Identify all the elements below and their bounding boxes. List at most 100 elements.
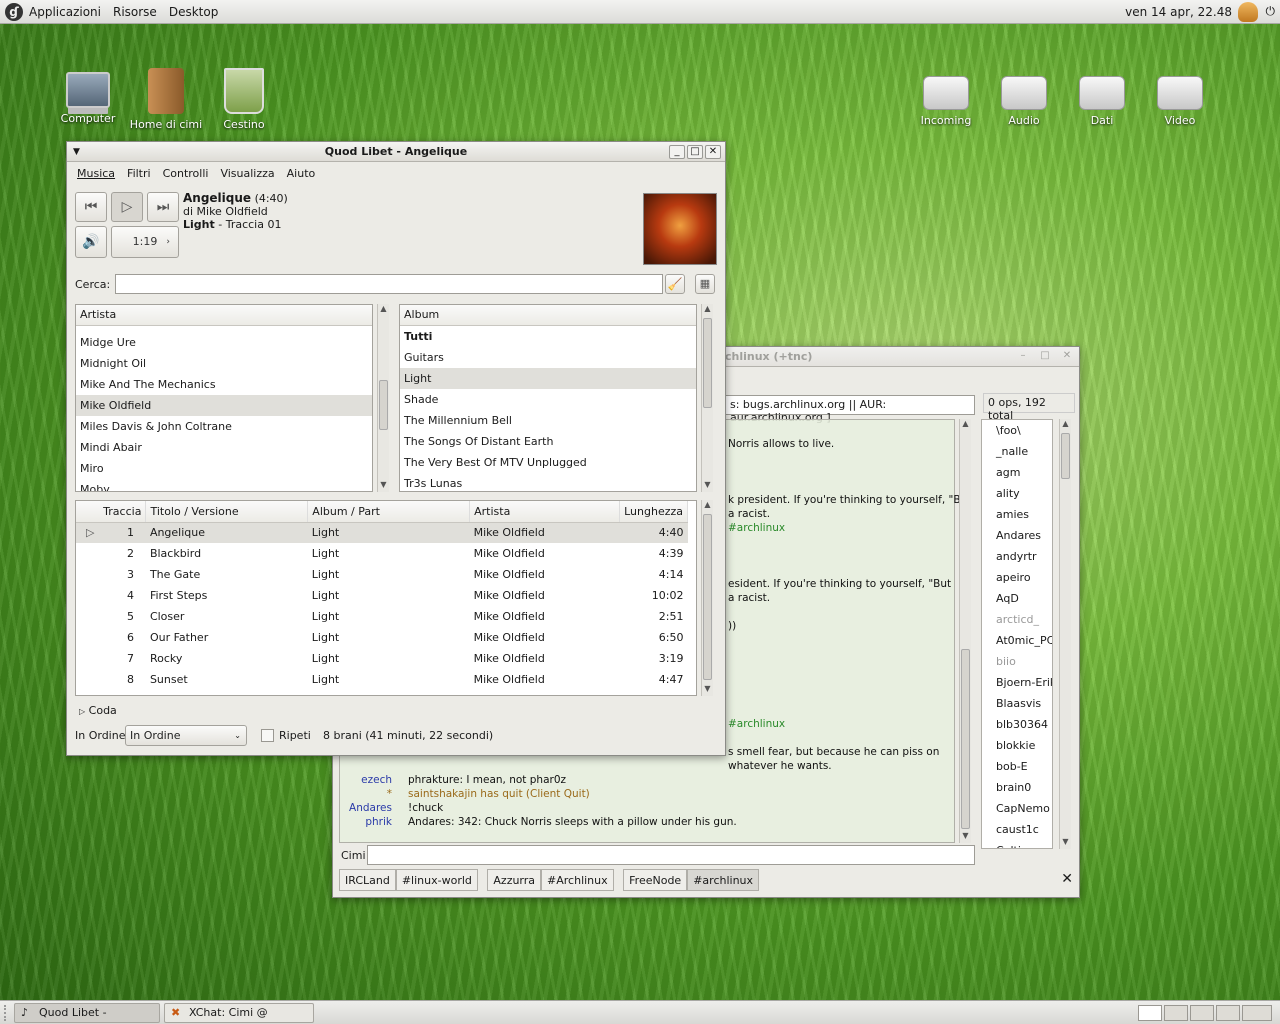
column-track[interactable]: Traccia [76, 501, 147, 523]
menu-visualizza[interactable]: Visualizza [220, 167, 274, 180]
chat-nick[interactable]: * [387, 788, 392, 800]
album-item[interactable]: The Millennium Bell [400, 410, 696, 431]
tab-azzurra[interactable]: Azzurra [487, 869, 542, 891]
quodlibet-titlebar[interactable]: ▼ Quod Libet - Angelique _ □ ✕ [67, 142, 725, 162]
chat-nick[interactable]: Andares [349, 802, 392, 814]
table-row[interactable]: 7 Rocky Light Mike Oldfield 3:19 [76, 648, 688, 669]
column-length[interactable]: Lunghezza [619, 501, 689, 523]
gnome-foot-icon[interactable]: ɠ [5, 2, 23, 21]
table-row[interactable]: 5 Closer Light Mike Oldfield 2:51 [76, 606, 688, 627]
user-item[interactable]: blb30364 [982, 714, 1052, 735]
scroll-up-icon[interactable]: ▲ [1060, 419, 1071, 431]
scroll-down-icon[interactable]: ▼ [960, 831, 971, 843]
user-item[interactable]: biio [982, 651, 1052, 672]
user-list[interactable]: \foo\ _nalle agm ality amies Andares andyrtr ap… [981, 419, 1053, 849]
scroll-thumb[interactable] [703, 318, 712, 408]
user-item[interactable]: andyrtr [982, 546, 1052, 567]
chat-scrollbar[interactable]: ▲ ▼ [959, 419, 971, 843]
play-button[interactable]: ▷ [111, 192, 143, 222]
maximize-icon[interactable]: □ [1037, 350, 1053, 364]
desktop-icon-dati[interactable]: Dati [1062, 68, 1142, 127]
artist-item[interactable]: Miles Davis & John Coltrane [76, 416, 372, 437]
artist-item[interactable]: Moby [76, 479, 372, 491]
album-item[interactable]: Light [400, 368, 696, 389]
table-row[interactable]: ▷ 1 Angelique Light Mike Oldfield 4:40 [76, 522, 688, 543]
user-item[interactable]: _nalle [982, 441, 1052, 462]
menu-applicazioni[interactable]: Applicazioni [29, 5, 101, 19]
scroll-thumb[interactable] [1061, 433, 1070, 479]
minimize-icon[interactable]: – [1015, 350, 1031, 364]
artist-item[interactable]: Mindi Abair [76, 437, 372, 458]
user-item[interactable]: brain0 [982, 777, 1052, 798]
user-item[interactable]: Blaasvis [982, 693, 1052, 714]
album-item[interactable]: The Very Best Of MTV Unplugged [400, 452, 696, 473]
scroll-down-icon[interactable]: ▼ [378, 480, 389, 492]
table-row[interactable]: 8 Sunset Light Mike Oldfield 4:47 [76, 669, 688, 690]
volume-button[interactable]: 🔊 [75, 226, 107, 258]
desktop-icon-home[interactable]: Home di cimi [126, 68, 206, 131]
user-icon[interactable] [1238, 2, 1258, 22]
scroll-up-icon[interactable]: ▲ [378, 304, 389, 316]
scroll-up-icon[interactable]: ▲ [960, 419, 971, 431]
filter-button[interactable]: ▦ [695, 274, 715, 294]
close-icon[interactable]: ✕ [705, 145, 721, 159]
workspace-2[interactable] [1164, 1005, 1188, 1021]
user-item[interactable]: Bjoern-Erik [982, 672, 1052, 693]
tab-irclan[interactable]: IRCLand [339, 869, 396, 891]
message-input[interactable] [367, 845, 975, 865]
album-header[interactable]: Album [400, 305, 696, 326]
artist-item[interactable]: Midnight Oil [76, 353, 372, 374]
repeat-label[interactable]: Ripeti [279, 729, 311, 742]
album-item[interactable]: The Songs Of Distant Earth [400, 431, 696, 452]
songs-scrollbar[interactable]: ▲ ▼ [701, 500, 713, 696]
scroll-thumb[interactable] [961, 649, 970, 829]
user-item[interactable]: AqD [982, 588, 1052, 609]
maximize-icon[interactable]: □ [687, 145, 703, 159]
album-item[interactable]: Shade [400, 389, 696, 410]
table-row[interactable]: 6 Our Father Light Mike Oldfield 6:50 [76, 627, 688, 648]
table-row[interactable]: 2 Blackbird Light Mike Oldfield 4:39 [76, 543, 688, 564]
artist-item[interactable]: Miro [76, 458, 372, 479]
song-list[interactable]: Traccia Titolo / Versione Album / Part A… [75, 500, 697, 696]
album-item[interactable]: Guitars [400, 347, 696, 368]
tab-archlinux-azzurra[interactable]: #Archlinux [541, 869, 614, 891]
previous-button[interactable]: ⏮ [75, 192, 107, 222]
user-item[interactable]: amies [982, 504, 1052, 525]
desktop-icon-video[interactable]: Video [1140, 68, 1220, 127]
album-scrollbar[interactable]: ▲ ▼ [701, 304, 713, 492]
column-album[interactable]: Album / Part [307, 501, 471, 523]
repeat-checkbox[interactable] [261, 729, 274, 742]
queue-expander[interactable]: ▷ Coda [79, 704, 117, 717]
user-item[interactable]: Andares [982, 525, 1052, 546]
tab-archlinux-freenode[interactable]: #archlinux [687, 869, 760, 891]
clear-search-button[interactable]: 🧹 [665, 274, 685, 294]
artist-item[interactable]: Midge Ure [76, 332, 372, 353]
user-item[interactable]: blokkie [982, 735, 1052, 756]
album-item[interactable]: Tr3s Lunas [400, 473, 696, 491]
close-tab-icon[interactable]: ✕ [1061, 871, 1073, 887]
chat-nick[interactable]: ezech [361, 774, 392, 786]
close-icon[interactable]: ✕ [1059, 350, 1075, 364]
workspace-3[interactable] [1190, 1005, 1214, 1021]
menu-filtri[interactable]: Filtri [127, 167, 151, 180]
scroll-thumb[interactable] [703, 514, 712, 680]
scroll-down-icon[interactable]: ▼ [702, 684, 713, 696]
nick-label[interactable]: Cimi [341, 849, 366, 862]
user-item[interactable]: agm [982, 462, 1052, 483]
table-row[interactable]: 4 First Steps Light Mike Oldfield 10:02 [76, 585, 688, 606]
search-input[interactable] [115, 274, 663, 294]
scroll-down-icon[interactable]: ▼ [1060, 837, 1071, 849]
shutdown-icon[interactable]: ⏻ [1266, 4, 1276, 19]
tab-linux-world[interactable]: #linux-world [395, 869, 478, 891]
scroll-up-icon[interactable]: ▲ [702, 304, 713, 316]
artist-item[interactable]: Mike Oldfield [76, 395, 372, 416]
artist-header[interactable]: Artista [76, 305, 372, 326]
user-item[interactable]: At0mic_PC [982, 630, 1052, 651]
desktop-icon-audio[interactable]: Audio [984, 68, 1064, 127]
artist-item[interactable]: Mike And The Mechanics [76, 374, 372, 395]
menu-controlli[interactable]: Controlli [163, 167, 209, 180]
clock[interactable]: ven 14 apr, 22.48 [1125, 5, 1232, 19]
desktop-icon-trash[interactable]: Cestino [204, 68, 284, 131]
user-item[interactable]: CapNemo [982, 798, 1052, 819]
user-item[interactable]: Celti [982, 840, 1052, 848]
